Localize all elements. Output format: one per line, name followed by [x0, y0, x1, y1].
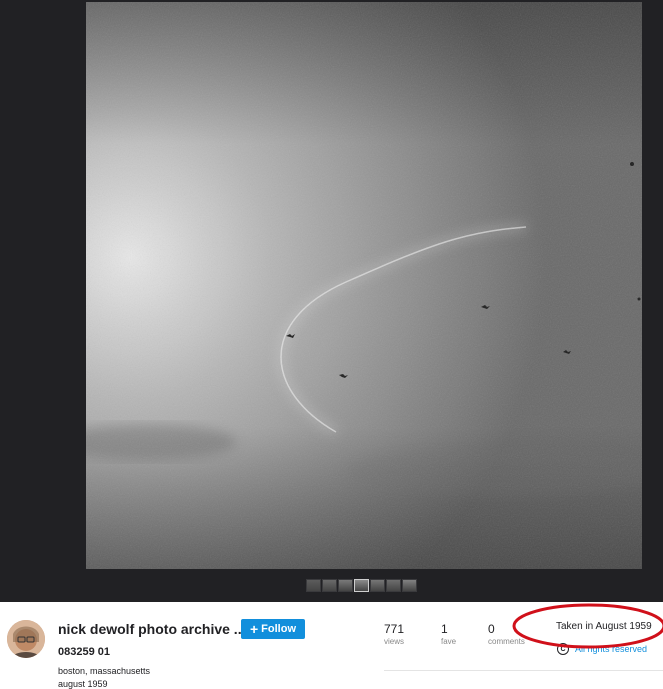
thumbnail-strip: [306, 579, 417, 593]
description-line-2: august 1959: [58, 679, 108, 689]
thumbnail[interactable]: [370, 579, 385, 592]
annotation-ellipse: [512, 603, 663, 649]
stat-faves: 1 fave: [441, 622, 456, 646]
owner-avatar[interactable]: [7, 620, 45, 658]
divider: [384, 670, 663, 671]
follow-label: Follow: [261, 623, 296, 635]
views-count: 771: [384, 622, 405, 636]
main-photo[interactable]: [86, 2, 642, 569]
description-line-1: boston, massachusetts: [58, 666, 151, 676]
thumbnail[interactable]: [338, 579, 353, 592]
views-label: views: [384, 637, 405, 646]
thumbnail[interactable]: [402, 579, 417, 592]
thumbnail[interactable]: [306, 579, 321, 592]
plus-icon: +: [249, 621, 259, 637]
stat-views: 771 views: [384, 622, 404, 646]
thumbnail[interactable]: [322, 579, 337, 592]
red-circle-mark: [512, 603, 663, 649]
follow-button[interactable]: + Follow: [241, 619, 305, 639]
thumbnail[interactable]: [386, 579, 401, 592]
thumbnail[interactable]: [354, 579, 369, 592]
photo-title: 083259 01: [58, 646, 110, 658]
avatar-image: [7, 620, 45, 658]
faves-label: fave: [441, 637, 457, 646]
photo-image: [86, 2, 642, 569]
owner-name-link[interactable]: nick dewolf photo archive ...: [58, 621, 245, 637]
photo-viewer: [0, 0, 663, 602]
faves-count: 1: [441, 622, 448, 636]
